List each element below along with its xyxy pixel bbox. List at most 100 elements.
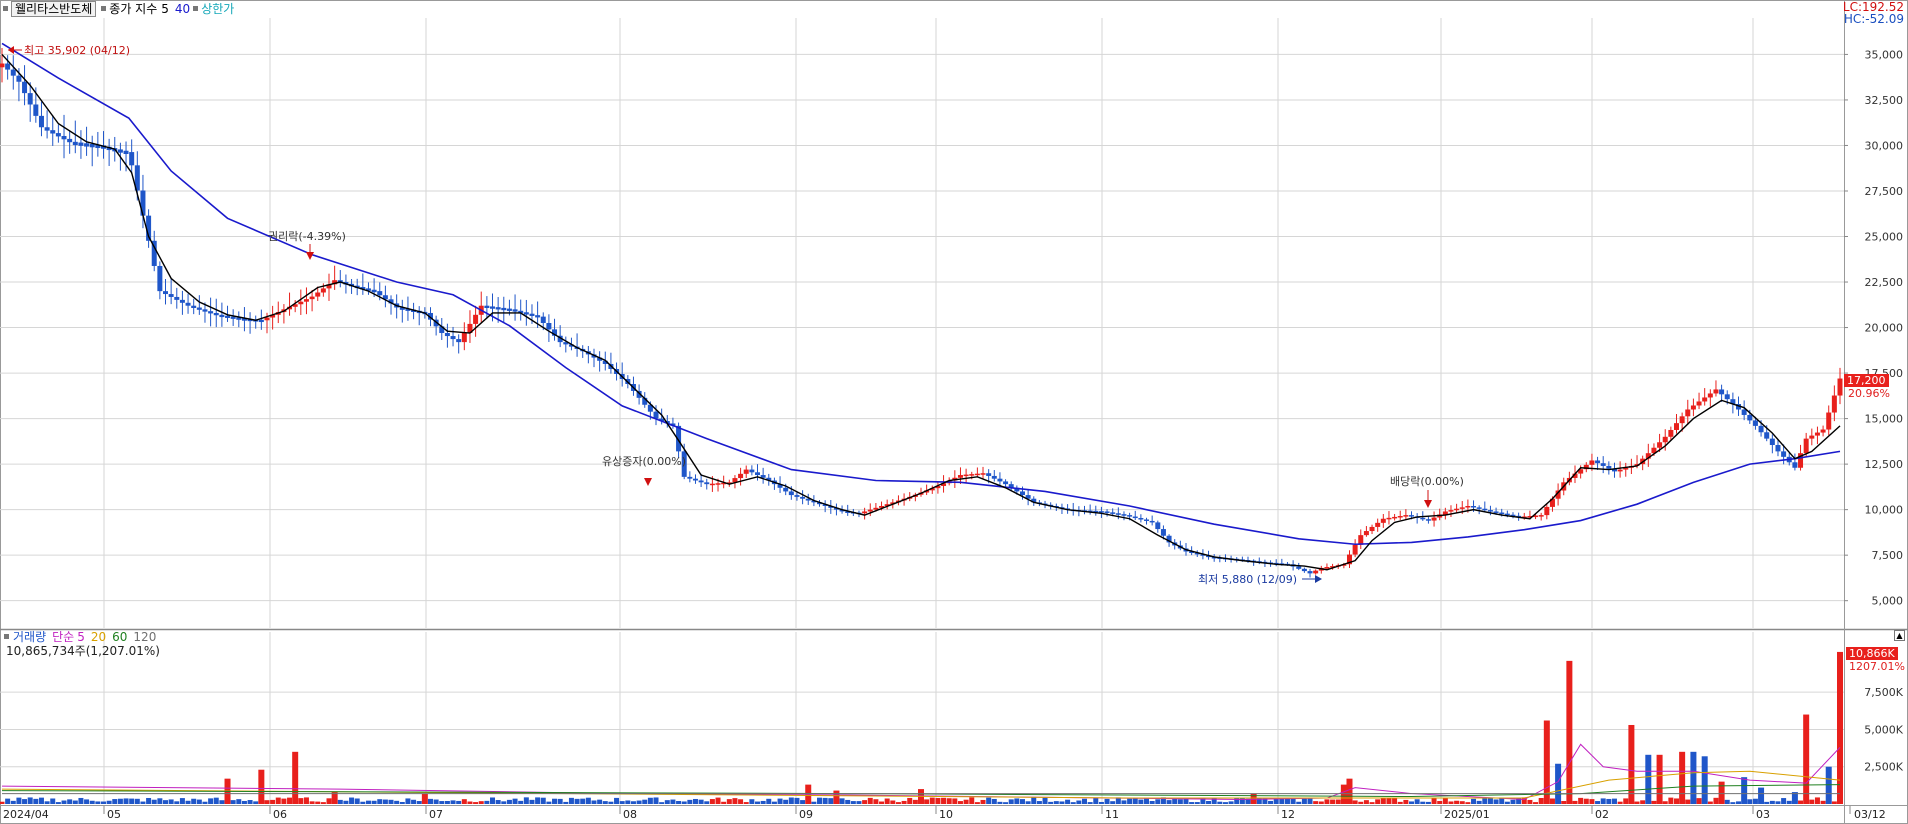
ma-short[interactable]: 5	[161, 2, 169, 16]
volume-bar	[320, 802, 326, 804]
volume-bar	[800, 800, 806, 804]
candle-body	[738, 473, 744, 479]
volume-bar	[27, 797, 33, 804]
candle-body	[456, 339, 462, 343]
candle-body	[1724, 394, 1730, 400]
candle-body	[1713, 389, 1719, 394]
volume-bar	[185, 800, 191, 804]
volume-bar	[1155, 799, 1161, 804]
volume-bar	[270, 799, 276, 804]
volume-bar	[1673, 798, 1679, 804]
upper-limit-label[interactable]: 상한가	[201, 0, 234, 17]
volume-bar	[163, 800, 169, 804]
candle-body	[1803, 438, 1809, 454]
date-axis-label: 05	[107, 808, 121, 821]
volume-bar	[416, 801, 422, 804]
volume-bar	[1358, 801, 1364, 804]
volume-bar	[1228, 801, 1234, 804]
volume-bar	[574, 798, 580, 804]
volume-bar-down	[1690, 751, 1697, 804]
volume-bar	[1668, 797, 1674, 804]
volume-bar-up	[1656, 754, 1663, 804]
volume-bar	[1019, 799, 1025, 804]
date-axis-label: 02	[1595, 808, 1609, 821]
volume-bar	[1318, 801, 1324, 804]
candle-body	[535, 315, 541, 318]
ma-long[interactable]: 40	[175, 2, 190, 16]
price-axis-label: 15,000	[1865, 413, 1904, 426]
volume-bar	[1352, 800, 1358, 804]
stock-name[interactable]: 웰리타스반도체	[11, 0, 97, 17]
indicator-square-icon	[101, 6, 107, 11]
volume-bar	[980, 799, 986, 804]
candle-body	[1459, 507, 1465, 509]
low-annotation: 최저 5,880 (12/09)	[1198, 573, 1297, 586]
candle-body	[1476, 507, 1482, 509]
volume-bar	[1487, 798, 1493, 804]
volume-bar	[676, 800, 682, 804]
candle-body	[230, 316, 236, 319]
candle-body	[1606, 465, 1612, 469]
volume-bar	[1121, 800, 1127, 804]
candle-body	[1814, 432, 1820, 436]
volume-bar	[760, 800, 766, 804]
candle-body	[546, 323, 552, 330]
volume-bar	[625, 800, 631, 804]
indicator-label[interactable]: 종가 지수	[109, 0, 157, 17]
volume-bar	[1572, 800, 1578, 804]
price-axis-label: 32,500	[1865, 94, 1904, 107]
volume-bar-up	[1566, 660, 1573, 804]
volume-bar	[1471, 798, 1477, 804]
candle-body	[1301, 568, 1307, 572]
volume-bar	[1375, 799, 1381, 804]
volume-bar	[1003, 802, 1009, 804]
volume-bar	[202, 801, 208, 804]
volume-bar	[1098, 801, 1104, 804]
candle-body	[986, 473, 992, 476]
volume-bar	[129, 798, 135, 804]
volume-bar	[495, 800, 501, 804]
volume-bar	[817, 797, 823, 804]
chart-header: 웰리타스반도체 종가 지수 5 40 상한가	[2, 0, 234, 17]
candle-body	[320, 288, 326, 293]
volume-bar	[608, 801, 614, 804]
volume-bar	[1583, 798, 1589, 804]
volume-bar	[467, 801, 473, 804]
volume-bar	[1465, 802, 1471, 804]
volume-bar	[1764, 801, 1770, 804]
volume-bar	[78, 797, 84, 804]
volume-bar	[619, 801, 625, 804]
volume-bar	[157, 798, 163, 804]
candle-body	[1307, 571, 1313, 574]
volume-bar	[478, 801, 484, 804]
price-axis-label: 35,000	[1865, 48, 1904, 61]
volume-bar	[732, 798, 738, 804]
volume-bar	[1747, 799, 1753, 804]
candle-body	[1499, 512, 1505, 515]
volume-bar	[1442, 797, 1448, 804]
candle-body	[61, 135, 67, 140]
candle-body	[1685, 409, 1691, 417]
candle-body	[1662, 436, 1668, 443]
candle-body	[1296, 566, 1302, 569]
volume-bar	[974, 802, 980, 804]
stock-chart[interactable]: 35,000 32,500 30,000 27,500 25,000 22,500 20,0…	[0, 0, 1908, 824]
candle-body	[1019, 491, 1025, 496]
volume-bar	[236, 799, 242, 804]
candle-body	[1465, 506, 1471, 508]
volume-bar	[828, 798, 834, 804]
volume-bar-up	[1679, 751, 1686, 804]
volume-bar	[50, 798, 56, 804]
volume-bar	[642, 799, 648, 804]
candle-body	[1121, 514, 1127, 516]
volume-bar	[1589, 799, 1595, 804]
candle-body	[1448, 510, 1454, 512]
volume-bar	[879, 801, 885, 804]
candle-body	[1127, 515, 1133, 517]
volume-bar	[580, 798, 586, 804]
volume-bar	[371, 800, 377, 804]
collapse-pane-icon[interactable]: ▲	[1894, 630, 1905, 641]
candle-body	[315, 292, 321, 297]
volume-bar-up	[1346, 778, 1353, 804]
candle-body	[1160, 529, 1166, 536]
